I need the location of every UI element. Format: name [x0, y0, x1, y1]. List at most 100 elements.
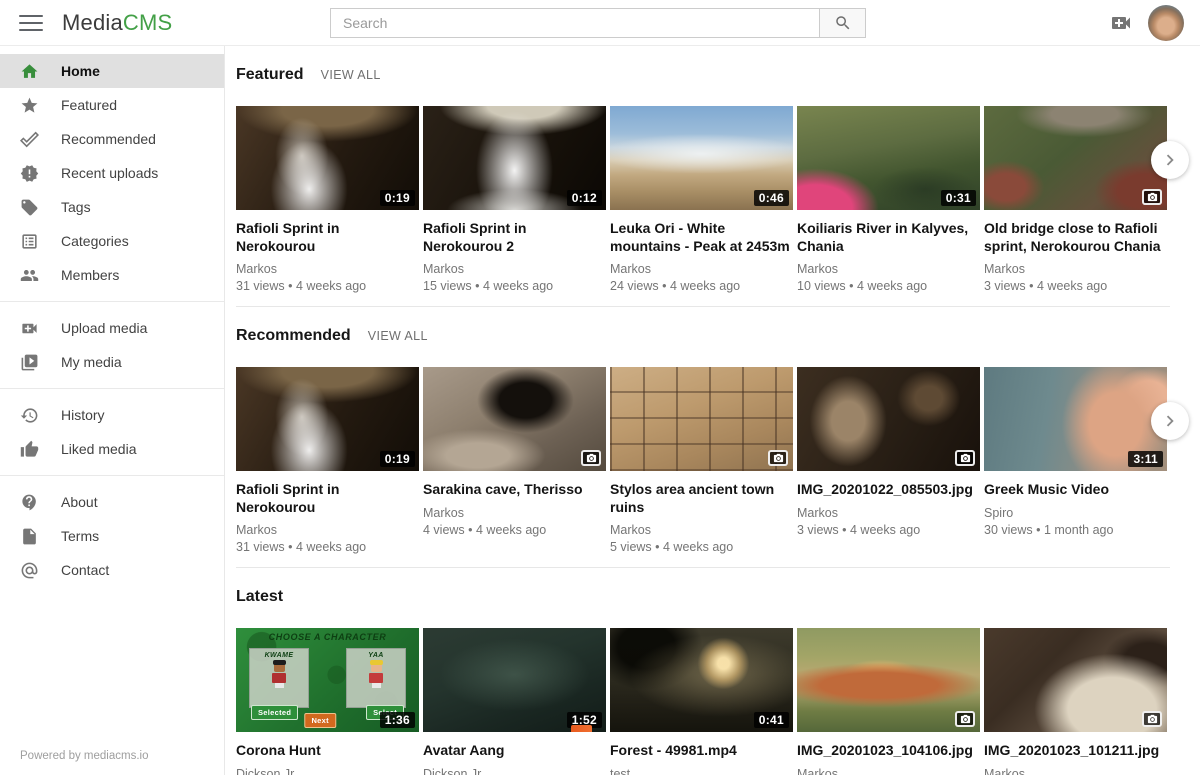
duration-badge: 0:41: [754, 712, 789, 728]
sidebar-item-label: History: [61, 407, 105, 423]
search-button[interactable]: [819, 8, 866, 38]
camera-icon: [581, 450, 601, 466]
card-row: CHOOSE A CHARACTERKWAMEYAASelectedNextSe…: [236, 628, 1170, 775]
media-title[interactable]: Forest - 49981.mp4: [610, 742, 793, 760]
next-arrow-button[interactable]: [1151, 402, 1189, 440]
sidebar-item-categories[interactable]: Categories: [0, 224, 224, 258]
media-author[interactable]: Dickson Jr.: [236, 767, 419, 775]
user-avatar[interactable]: [1148, 5, 1184, 41]
card-row: 0:19 Rafioli Sprint in Nerokourou Markos 31…: [236, 367, 1170, 554]
media-author[interactable]: Markos: [610, 523, 793, 537]
media-title[interactable]: Corona Hunt: [236, 742, 419, 760]
sidebar-item-members[interactable]: Members: [0, 258, 224, 292]
sidebar-item-label: Home: [61, 63, 100, 79]
game-selected-button: Selected: [251, 705, 298, 720]
chevron-right-icon: [1159, 149, 1181, 171]
sidebar-item-my-media[interactable]: My media: [0, 345, 224, 379]
media-title[interactable]: IMG_20201023_104106.jpg: [797, 742, 980, 760]
media-author[interactable]: Markos: [610, 262, 793, 276]
game-character-sprite: [272, 663, 286, 688]
media-thumbnail[interactable]: 0:46: [610, 106, 793, 210]
media-meta: 3 views • 4 weeks ago: [984, 279, 1167, 293]
section-title: Recommended: [236, 327, 351, 345]
upload-media-button[interactable]: [1109, 11, 1133, 35]
sidebar-divider: [0, 301, 224, 302]
media-author[interactable]: Markos: [984, 767, 1167, 775]
media-card: 0:31 Koiliaris River in Kalyves, Chania Ma…: [797, 106, 980, 293]
brand-logo[interactable]: MediaCMS: [62, 10, 172, 36]
media-thumbnail[interactable]: 3:11: [984, 367, 1167, 471]
media-title[interactable]: Old bridge close to Rafioli sprint, Nero…: [984, 220, 1167, 255]
card-row: 0:19Rafioli Sprint in NerokourouMarkos31…: [236, 106, 1170, 293]
next-arrow-button[interactable]: [1151, 141, 1189, 179]
sidebar-item-label: Members: [61, 267, 119, 283]
media-author[interactable]: Markos: [797, 506, 980, 520]
media-title[interactable]: Stylos area ancient town ruins: [610, 481, 793, 516]
media-thumbnail[interactable]: 0:19: [236, 106, 419, 210]
media-thumbnail[interactable]: 0:31: [797, 106, 980, 210]
media-author[interactable]: Markos: [797, 767, 980, 775]
media-thumbnail[interactable]: 0:19: [236, 367, 419, 471]
media-author[interactable]: Markos: [236, 262, 419, 276]
media-author[interactable]: Dickson Jr.: [423, 767, 606, 775]
media-author[interactable]: Markos: [423, 262, 606, 276]
media-thumbnail[interactable]: [423, 367, 606, 471]
media-thumbnail[interactable]: [984, 628, 1167, 732]
sidebar-item-terms[interactable]: Terms: [0, 519, 224, 553]
sidebar-item-contact[interactable]: Contact: [0, 553, 224, 587]
media-title[interactable]: Rafioli Sprint in Nerokourou 2: [423, 220, 606, 255]
sidebar-item-home[interactable]: Home: [0, 54, 224, 88]
media-card: IMG_20201022_085503.jpgMarkos3 views • 4…: [797, 367, 980, 554]
game-character-panel: KWAME: [249, 648, 309, 708]
section-title: Featured: [236, 66, 304, 84]
powered-by-link[interactable]: Powered by mediacms.io: [20, 750, 148, 762]
sidebar-item-history[interactable]: History: [0, 398, 224, 432]
media-meta: 31 views • 4 weeks ago: [236, 540, 419, 554]
hamburger-icon[interactable]: [19, 14, 43, 32]
media-thumbnail[interactable]: [797, 367, 980, 471]
media-title[interactable]: Greek Music Video: [984, 481, 1167, 499]
media-card: IMG_20201023_101211.jpgMarkos4 views • 4…: [984, 628, 1167, 775]
sidebar-item-liked-media[interactable]: Liked media: [0, 432, 224, 466]
media-author[interactable]: Markos: [797, 262, 980, 276]
media-author[interactable]: Markos: [423, 506, 606, 520]
view-all-link[interactable]: VIEW ALL: [321, 68, 381, 82]
sidebar-item-recommended[interactable]: Recommended: [0, 122, 224, 156]
sidebar-item-tags[interactable]: Tags: [0, 190, 224, 224]
media-title[interactable]: Rafioli Sprint in Nerokourou: [236, 481, 419, 516]
media-thumbnail[interactable]: 0:12: [423, 106, 606, 210]
section-header: Recommended VIEW ALL: [236, 327, 1170, 345]
duration-badge: 1:52: [567, 712, 602, 728]
media-thumbnail[interactable]: [797, 628, 980, 732]
media-thumbnail[interactable]: 0:41: [610, 628, 793, 732]
media-author[interactable]: Markos: [984, 262, 1167, 276]
sidebar-item-upload-media[interactable]: Upload media: [0, 311, 224, 345]
media-author[interactable]: test: [610, 767, 793, 775]
media-meta: 4 views • 4 weeks ago: [423, 523, 606, 537]
media-thumbnail[interactable]: [984, 106, 1167, 210]
thumb-up-icon: [20, 439, 40, 459]
media-title[interactable]: Avatar Aang: [423, 742, 606, 760]
chevron-right-icon: [1159, 410, 1181, 432]
media-title[interactable]: Rafioli Sprint in Nerokourou: [236, 220, 419, 255]
media-title[interactable]: Leuka Ori - White mountains - Peak at 24…: [610, 220, 793, 255]
media-card: Sarakina cave, Therisso Markos 4 views • 4…: [423, 367, 606, 554]
media-title[interactable]: Sarakina cave, Therisso: [423, 481, 606, 499]
sidebar-item-featured[interactable]: Featured: [0, 88, 224, 122]
media-thumbnail[interactable]: [610, 367, 793, 471]
view-all-link[interactable]: VIEW ALL: [368, 329, 428, 343]
media-author[interactable]: Markos: [236, 523, 419, 537]
sidebar-nav: Home FeaturedRecommendedRecent uploadsTag…: [0, 54, 224, 587]
sidebar-item-about[interactable]: About: [0, 485, 224, 519]
media-thumbnail[interactable]: CHOOSE A CHARACTERKWAMEYAASelectedNextSe…: [236, 628, 419, 732]
search-input[interactable]: [330, 8, 819, 38]
media-thumbnail[interactable]: 1:52: [423, 628, 606, 732]
media-title[interactable]: IMG_20201023_101211.jpg: [984, 742, 1167, 760]
sidebar-item-recent-uploads[interactable]: Recent uploads: [0, 156, 224, 190]
duration-badge: 0:46: [754, 190, 789, 206]
media-title[interactable]: IMG_20201022_085503.jpg: [797, 481, 980, 499]
media-title[interactable]: Koiliaris River in Kalyves, Chania: [797, 220, 980, 255]
media-author[interactable]: Spiro: [984, 506, 1167, 520]
video-upload-icon: [1109, 11, 1133, 35]
duration-badge: 0:12: [567, 190, 602, 206]
